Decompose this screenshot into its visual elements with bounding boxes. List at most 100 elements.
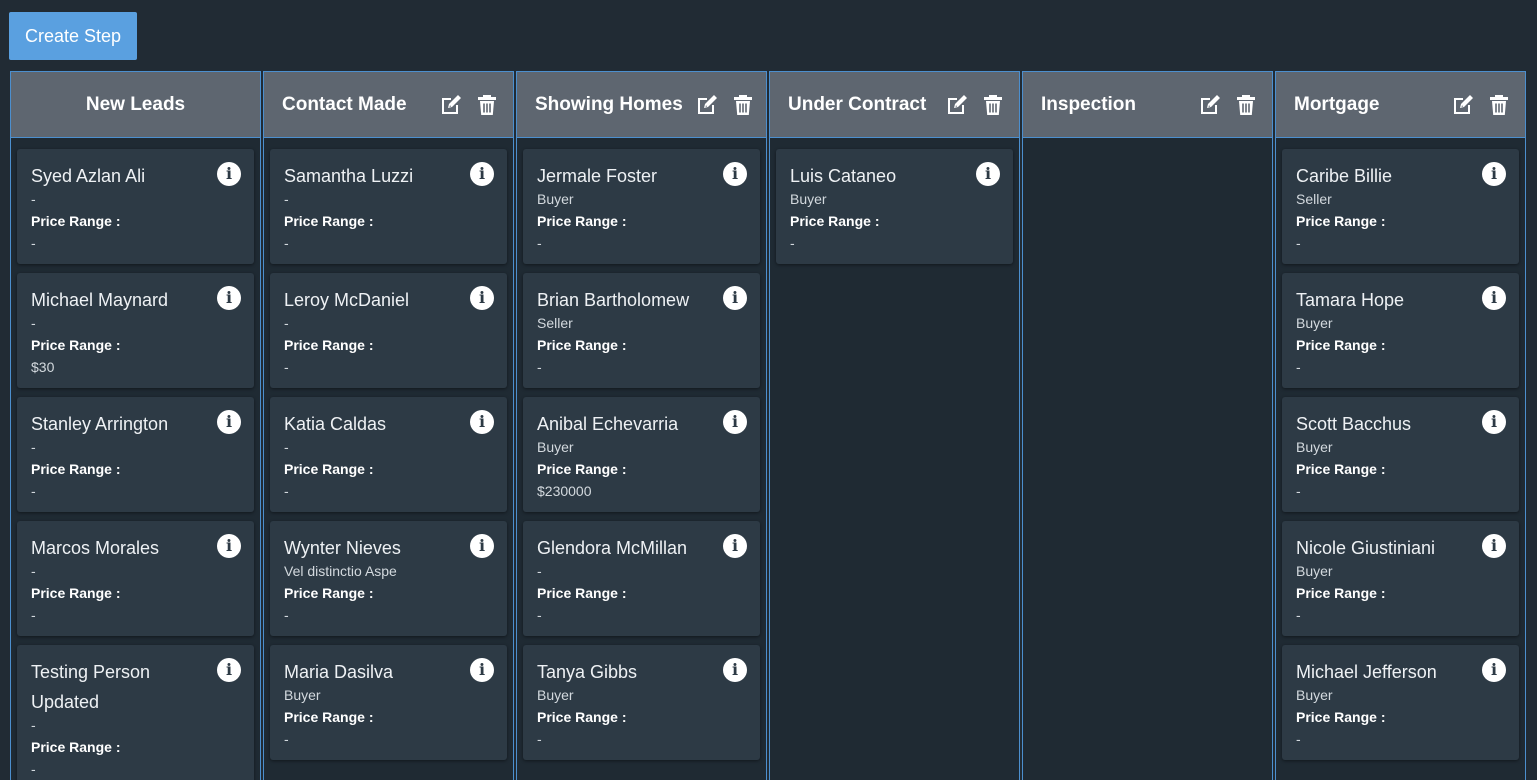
info-icon[interactable]: i	[976, 162, 1000, 186]
info-icon[interactable]: i	[470, 534, 494, 558]
lead-card[interactable]: Leroy McDaniel - Price Range : - i	[270, 273, 507, 388]
price-range-label: Price Range :	[537, 213, 627, 229]
info-icon[interactable]: i	[217, 534, 241, 558]
lead-card[interactable]: Marcos Morales - Price Range : - i	[17, 521, 254, 636]
info-icon[interactable]: i	[217, 286, 241, 310]
price-range-label: Price Range :	[790, 213, 880, 229]
lead-card[interactable]: Tanya Gibbs Buyer Price Range : - i	[523, 645, 760, 760]
lead-type: -	[31, 315, 36, 331]
edit-icon[interactable]	[945, 93, 969, 117]
price-range-label: Price Range :	[284, 213, 374, 229]
lead-name: Caribe Billie	[1296, 166, 1393, 186]
lead-card[interactable]: Anibal Echevarria Buyer Price Range : $2…	[523, 397, 760, 512]
price-range-value: -	[1296, 607, 1301, 623]
lead-name: Michael Maynard	[31, 290, 169, 310]
column-card-list: Luis Cataneo Buyer Price Range : - i	[770, 138, 1019, 264]
lead-card[interactable]: Brian Bartholomew Seller Price Range : -…	[523, 273, 760, 388]
lead-card[interactable]: Glendora McMillan - Price Range : - i	[523, 521, 760, 636]
edit-icon[interactable]	[1198, 93, 1222, 117]
info-icon[interactable]: i	[723, 534, 747, 558]
price-range-value: -	[537, 607, 542, 623]
lead-card[interactable]: Scott Bacchus Buyer Price Range : - i	[1282, 397, 1519, 512]
pipeline-column-3: Under Contract Luis Cataneo Buyer Price …	[769, 71, 1020, 780]
lead-type: Buyer	[1296, 439, 1333, 455]
info-icon[interactable]: i	[1482, 162, 1506, 186]
price-range-value: -	[790, 235, 795, 251]
lead-name: Brian Bartholomew	[537, 290, 690, 310]
info-icon[interactable]: i	[1482, 658, 1506, 682]
lead-type: Buyer	[537, 687, 574, 703]
info-icon[interactable]: i	[470, 286, 494, 310]
lead-card[interactable]: Michael Maynard - Price Range : $30 i	[17, 273, 254, 388]
lead-card[interactable]: Wynter Nieves Vel distinctio Aspe Price …	[270, 521, 507, 636]
column-header: Mortgage	[1276, 72, 1525, 138]
lead-type: -	[31, 191, 36, 207]
lead-card[interactable]: Syed Azlan Ali - Price Range : - i	[17, 149, 254, 264]
lead-card[interactable]: Tamara Hope Buyer Price Range : - i	[1282, 273, 1519, 388]
price-range-label: Price Range :	[31, 461, 121, 477]
info-icon[interactable]: i	[723, 162, 747, 186]
lead-card[interactable]: Michael Jefferson Buyer Price Range : - …	[1282, 645, 1519, 760]
info-icon[interactable]: i	[217, 162, 241, 186]
info-icon[interactable]: i	[1482, 534, 1506, 558]
info-icon[interactable]: i	[723, 410, 747, 434]
info-icon[interactable]: i	[1482, 410, 1506, 434]
edit-icon[interactable]	[439, 93, 463, 117]
lead-card[interactable]: Testing Person Updated - Price Range : -…	[17, 645, 254, 780]
price-range-value: -	[537, 235, 542, 251]
column-header: New Leads	[11, 72, 260, 138]
lead-type: Buyer	[537, 439, 574, 455]
price-range-value: -	[1296, 359, 1301, 375]
price-range-label: Price Range :	[1296, 709, 1386, 725]
trash-icon[interactable]	[475, 93, 499, 117]
info-icon[interactable]: i	[470, 658, 494, 682]
lead-card[interactable]: Caribe Billie Seller Price Range : - i	[1282, 149, 1519, 264]
info-icon[interactable]: i	[470, 162, 494, 186]
trash-icon[interactable]	[1234, 93, 1258, 117]
price-range-label: Price Range :	[31, 739, 121, 755]
info-icon[interactable]: i	[723, 658, 747, 682]
lead-type: -	[284, 191, 289, 207]
price-range-value: $230000	[537, 483, 592, 499]
price-range-value: -	[284, 731, 289, 747]
lead-card[interactable]: Samantha Luzzi - Price Range : - i	[270, 149, 507, 264]
column-title: Contact Made	[282, 93, 407, 115]
price-range-label: Price Range :	[31, 213, 121, 229]
price-range-value: -	[537, 359, 542, 375]
lead-type: Seller	[1296, 191, 1332, 207]
lead-type: Buyer	[1296, 563, 1333, 579]
create-step-button[interactable]: Create Step	[9, 12, 137, 60]
price-range-label: Price Range :	[537, 461, 627, 477]
edit-icon[interactable]	[695, 93, 719, 117]
price-range-label: Price Range :	[284, 337, 374, 353]
info-icon[interactable]: i	[1482, 286, 1506, 310]
lead-card[interactable]: Stanley Arrington - Price Range : - i	[17, 397, 254, 512]
lead-name: Scott Bacchus	[1296, 414, 1412, 434]
edit-icon[interactable]	[1451, 93, 1475, 117]
info-icon[interactable]: i	[723, 286, 747, 310]
info-icon[interactable]: i	[470, 410, 494, 434]
trash-icon[interactable]	[731, 93, 755, 117]
pipeline-column-1: Contact Made Samantha Luzzi - Price Rang…	[263, 71, 514, 780]
column-title: Showing Homes	[535, 93, 683, 115]
lead-type: Vel distinctio Aspe	[284, 563, 397, 579]
pipeline-column-0: New Leads Syed Azlan Ali - Price Range :…	[10, 71, 261, 780]
lead-name: Testing Person Updated	[31, 662, 151, 712]
lead-card[interactable]: Nicole Giustiniani Buyer Price Range : -…	[1282, 521, 1519, 636]
price-range-label: Price Range :	[284, 461, 374, 477]
lead-card[interactable]: Katia Caldas - Price Range : - i	[270, 397, 507, 512]
lead-card[interactable]: Luis Cataneo Buyer Price Range : - i	[776, 149, 1013, 264]
trash-icon[interactable]	[1487, 93, 1511, 117]
price-range-label: Price Range :	[31, 585, 121, 601]
price-range-value: -	[1296, 731, 1301, 747]
lead-card[interactable]: Maria Dasilva Buyer Price Range : - i	[270, 645, 507, 760]
price-range-label: Price Range :	[537, 709, 627, 725]
lead-card[interactable]: Jermale Foster Buyer Price Range : - i	[523, 149, 760, 264]
info-icon[interactable]: i	[217, 410, 241, 434]
lead-type: -	[284, 439, 289, 455]
lead-name: Wynter Nieves	[284, 538, 401, 558]
lead-name: Glendora McMillan	[537, 538, 688, 558]
column-header: Showing Homes	[517, 72, 766, 138]
info-icon[interactable]: i	[217, 658, 241, 682]
trash-icon[interactable]	[981, 93, 1005, 117]
